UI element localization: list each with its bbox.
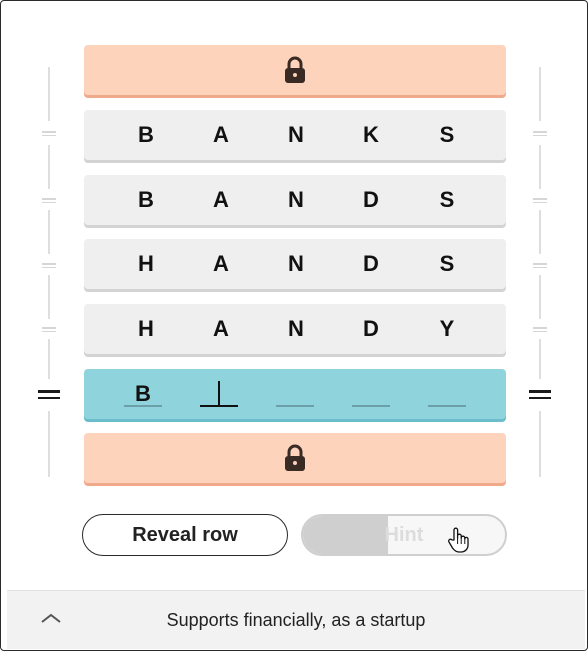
input-slot	[200, 405, 238, 407]
row-letter: A	[213, 187, 229, 212]
lock-icon	[283, 444, 307, 472]
rung-marker	[42, 327, 56, 332]
row-letter: H	[138, 251, 154, 276]
row-letter: D	[363, 316, 379, 341]
row-letter: N	[288, 251, 304, 276]
active-input-row[interactable]: B	[84, 369, 506, 419]
input-slot	[428, 405, 466, 407]
locked-top-row	[84, 45, 506, 95]
rung-marker	[533, 131, 547, 136]
input-cell-1[interactable]: B	[123, 381, 163, 407]
right-ladder-rail	[529, 67, 551, 477]
row-letter: B	[138, 122, 154, 147]
hint-label: Hint	[384, 523, 424, 546]
row-letter: K	[363, 122, 379, 147]
game-window: B A N K S B A N D S H A N D S H A N D Y …	[0, 0, 588, 651]
hint-button[interactable]: Hint	[301, 514, 507, 556]
input-slot	[124, 405, 162, 407]
word-row: B A N K S	[84, 110, 506, 160]
row-letter: A	[213, 122, 229, 147]
row-letter: N	[288, 187, 304, 212]
rung-marker	[533, 263, 547, 268]
word-row: H A N D S	[84, 239, 506, 289]
locked-bottom-row	[84, 433, 506, 483]
word-row: H A N D Y	[84, 304, 506, 354]
row-letter: S	[439, 251, 455, 276]
reveal-row-label: Reveal row	[132, 523, 238, 546]
active-rung-marker	[38, 390, 60, 399]
word-row: B A N D S	[84, 175, 506, 225]
row-letter: D	[363, 187, 379, 212]
rung-marker	[42, 198, 56, 203]
hint-progress-fill	[303, 516, 388, 554]
left-ladder-rail	[38, 67, 60, 477]
row-letter: N	[288, 316, 304, 341]
input-slot	[276, 405, 314, 407]
rung-marker	[42, 131, 56, 136]
clue-bar[interactable]: Supports financially, as a startup	[7, 590, 585, 649]
hand-cursor-icon	[447, 527, 469, 558]
row-letter: B	[138, 187, 154, 212]
row-letter: S	[439, 187, 455, 212]
active-rung-marker	[529, 390, 551, 399]
text-caret	[218, 381, 220, 407]
row-letter: A	[213, 251, 229, 276]
row-letter: H	[138, 316, 154, 341]
lock-icon	[283, 56, 307, 84]
clue-text: Supports financially, as a startup	[166, 610, 426, 630]
row-letter: Y	[439, 316, 455, 341]
reveal-row-button[interactable]: Reveal row	[82, 514, 288, 556]
row-letter: A	[213, 316, 229, 341]
input-slot	[352, 405, 390, 407]
row-letter: S	[439, 122, 455, 147]
row-letter: N	[288, 122, 304, 147]
row-letter: D	[363, 251, 379, 276]
rung-marker	[42, 263, 56, 268]
rung-marker	[533, 327, 547, 332]
rung-marker	[533, 198, 547, 203]
